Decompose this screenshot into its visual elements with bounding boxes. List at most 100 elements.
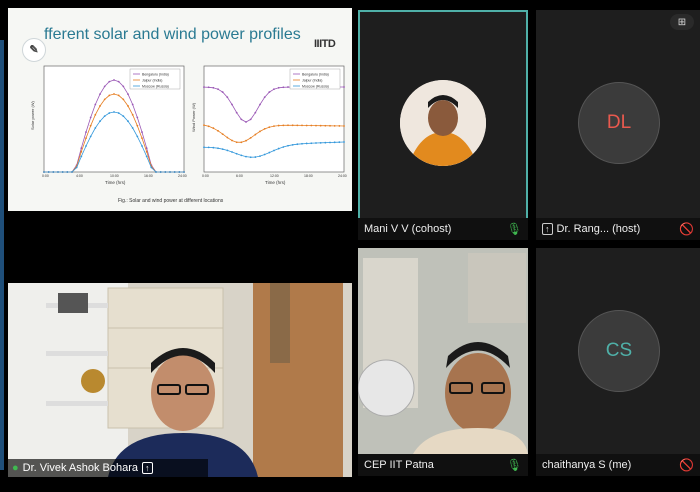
wind-point (231, 151, 233, 153)
solar-point (89, 124, 92, 127)
wind-point (221, 91, 224, 93)
solar-point (85, 145, 87, 147)
x-tick-label: 0:00 (202, 174, 209, 178)
wind-point (254, 156, 257, 158)
wind-point (310, 142, 313, 145)
solar-point (94, 103, 97, 106)
speaker-video-frame (8, 283, 352, 477)
wind-point (240, 141, 243, 144)
x-tick-label: 24:00 (178, 174, 187, 178)
x-tick-label: 0:00 (42, 174, 49, 178)
wind-point (226, 136, 229, 139)
wind-point (333, 124, 336, 127)
wind-point (217, 129, 219, 132)
solar-point (66, 171, 69, 173)
solar-point (141, 131, 143, 133)
wind-point (282, 124, 285, 127)
avatar: CS (578, 310, 660, 392)
wind-point (221, 133, 224, 135)
participant-tile[interactable]: CS chaithanya S (me) 🚫 (536, 248, 700, 476)
wind-point (282, 146, 285, 148)
solar-point (136, 124, 139, 127)
wind-point (305, 124, 308, 127)
legend-label: Bengaluru (India) (302, 73, 329, 77)
slide-title: fferent solar and wind power profiles (44, 26, 301, 43)
mic-muted-icon: 🚫 (679, 222, 694, 236)
tile-nameplate: ↑ Dr. Rang... (host) 🚫 (536, 218, 700, 240)
solar-xlabel: Time (hrs) (105, 180, 126, 185)
wind-point (245, 121, 247, 123)
wind-point (217, 88, 219, 91)
solar-point (145, 155, 148, 158)
avatar-photo (400, 80, 486, 166)
pen-tool-icon[interactable]: ✎ (22, 38, 46, 62)
shared-slide: ✎ fferent solar and wind power profiles … (8, 8, 352, 211)
solar-point (113, 111, 115, 113)
solar-point (89, 116, 92, 119)
solar-point (94, 113, 97, 116)
wind-point (333, 141, 336, 144)
wind-point (249, 118, 252, 121)
solar-point (71, 171, 73, 173)
solar-point (47, 171, 50, 173)
wind-point (291, 143, 294, 146)
legend-label: Jaipur (India) (302, 79, 322, 83)
x-tick-label: 4:00 (76, 174, 83, 178)
solar-point (103, 115, 106, 118)
wind-point (263, 153, 266, 156)
x-tick-label: 6:00 (236, 174, 243, 178)
solar-point (150, 166, 153, 169)
solar-point (145, 150, 148, 153)
wind-point (277, 86, 280, 89)
mic-muted-icon: 🚫 (679, 458, 694, 472)
wind-point (221, 148, 224, 151)
solar-point (57, 171, 59, 173)
x-tick-label: 16:00 (144, 174, 153, 178)
tile-nameplate: Mani V V (cohost) 🎙 (358, 218, 528, 240)
wind-point (324, 141, 327, 144)
wind-point (277, 124, 280, 127)
solar-point (178, 171, 181, 173)
wind-point (268, 126, 271, 129)
wind-point (273, 125, 275, 128)
solar-point (169, 171, 171, 173)
solar-point (141, 137, 143, 140)
wind-ylabel: Wind Power (W) (191, 102, 196, 132)
solar-point (80, 155, 83, 158)
solar-point (75, 166, 78, 169)
participant-tile[interactable]: CEP IIT Patna 🎙 (358, 248, 528, 476)
solar-point (173, 171, 176, 173)
solar-point (99, 120, 101, 123)
wind-point (217, 147, 219, 150)
solar-point (122, 85, 125, 88)
grid-view-icon[interactable]: ⊞ (670, 14, 694, 30)
wind-point (287, 124, 289, 127)
solar-point (127, 93, 129, 96)
x-tick-label: 12:00 (270, 174, 279, 178)
wind-xlabel: Time (hrs) (265, 180, 286, 185)
wind-point (226, 149, 229, 152)
solar-point (99, 93, 101, 96)
wind-point (338, 125, 341, 127)
solar-power-chart: Solar power (W) Time (hrs) 0:00 4:00 10:00… (30, 65, 187, 185)
wind-point (315, 124, 317, 127)
speaker-video[interactable]: ● Dr. Vivek Ashok Bohara ↑ (8, 283, 352, 477)
solar-point (136, 116, 139, 119)
solar-point (117, 80, 120, 83)
solar-ylabel: Solar power (W) (30, 100, 35, 130)
wind-point (329, 124, 331, 127)
wind-point (343, 86, 345, 88)
mic-on-icon: 🎙 (506, 458, 522, 472)
wind-point (315, 142, 317, 144)
participant-tile[interactable]: ⊞ DL ↑ Dr. Rang... (host) 🚫 (536, 10, 700, 240)
wind-point (249, 136, 252, 139)
participant-name: Dr. Rang... (host) (556, 223, 641, 235)
solar-point (159, 171, 162, 173)
avatar: DL (578, 82, 660, 164)
solar-point (108, 94, 111, 97)
solar-point (136, 135, 139, 138)
wind-point (245, 155, 247, 158)
wind-point (212, 86, 215, 89)
participant-tile[interactable]: Mani V V (cohost) 🎙 (358, 10, 528, 240)
legend-label: Bengaluru (India) (142, 73, 169, 77)
